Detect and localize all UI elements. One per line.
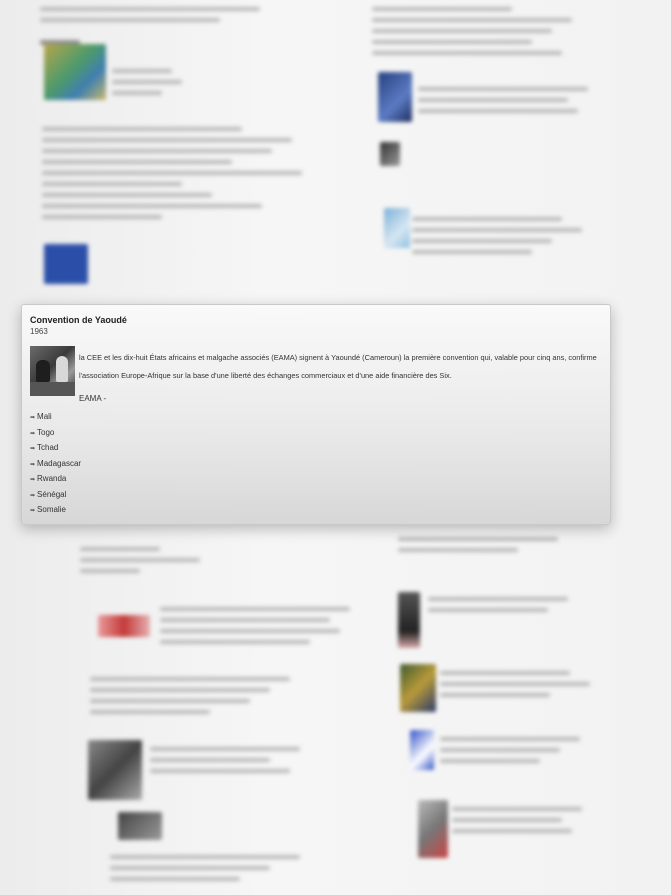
background-text-block (42, 120, 342, 226)
map-thumbnail (410, 730, 434, 770)
photo-thumbnail (118, 812, 162, 840)
photo-thumbnail (398, 592, 420, 648)
background-text-block (160, 600, 360, 651)
background-text-block (90, 670, 330, 721)
map-thumbnail (418, 800, 448, 858)
list-arrow-icon: ➡ (30, 415, 36, 421)
logo-thumbnail (98, 615, 150, 637)
list-item[interactable]: ➡ Togo (30, 425, 81, 441)
list-arrow-icon: ➡ (30, 430, 36, 437)
country-name: Rwanda (37, 474, 67, 483)
popup-description: la CEE et les dix-huit États africains e… (79, 353, 597, 380)
photo-figure (36, 360, 50, 382)
list-item[interactable]: ➡ Somalie (30, 502, 81, 518)
background-text-block (452, 800, 612, 840)
background-right-column (372, 0, 632, 62)
country-name: Togo (37, 427, 55, 437)
background-text-block (80, 540, 360, 580)
popup-title: Convention de Yaoudé (30, 315, 127, 325)
event-photo (30, 346, 75, 396)
country-list: ➡ Mali ➡ Togo ➡ Tchad ➡ Madagascar ➡ Rwanda ➡… (30, 409, 81, 518)
map-thumbnail (44, 44, 106, 100)
list-arrow-icon: ➡ (30, 461, 36, 468)
list-item[interactable]: ➡ Sénégal (30, 487, 81, 503)
list-arrow-icon: ➡ (30, 446, 36, 452)
background-text-block (150, 740, 350, 780)
list-item[interactable]: ➡ Madagascar (30, 456, 81, 472)
photo-thumbnail (88, 740, 142, 800)
photo-thumbnail (378, 72, 412, 122)
list-item[interactable]: ➡ Mali (30, 409, 81, 425)
background-text-block (440, 730, 610, 770)
background-text-block (440, 664, 610, 704)
photo-thumbnail (380, 142, 400, 166)
photo-desk (30, 382, 75, 396)
map-thumbnail (384, 208, 410, 248)
list-item[interactable]: ➡ Tchad (30, 440, 81, 456)
country-name: Somalie (37, 505, 66, 514)
eu-flag-thumbnail (44, 244, 88, 284)
background-text-block (398, 530, 598, 559)
background-text-block (418, 80, 618, 120)
eama-label: EAMA - (79, 394, 107, 403)
country-name: Mali (37, 412, 52, 421)
country-name: Tchad (37, 443, 59, 452)
background-text-block (110, 848, 330, 888)
background-text-block (112, 62, 192, 102)
photo-figure (56, 356, 68, 382)
list-arrow-icon: ➡ (30, 508, 36, 514)
event-detail-popup: Convention de Yaoudé 1963 la CEE et les … (21, 304, 611, 525)
country-name: Sénégal (37, 489, 67, 499)
background-text-block (428, 590, 608, 619)
list-item[interactable]: ➡ Rwanda (30, 471, 81, 487)
background-text-block (412, 210, 612, 261)
list-arrow-icon: ➡ (30, 492, 36, 499)
popup-year: 1963 (30, 327, 48, 336)
list-arrow-icon: ➡ (30, 477, 36, 483)
country-name: Madagascar (37, 458, 82, 468)
photo-thumbnail (400, 664, 436, 712)
